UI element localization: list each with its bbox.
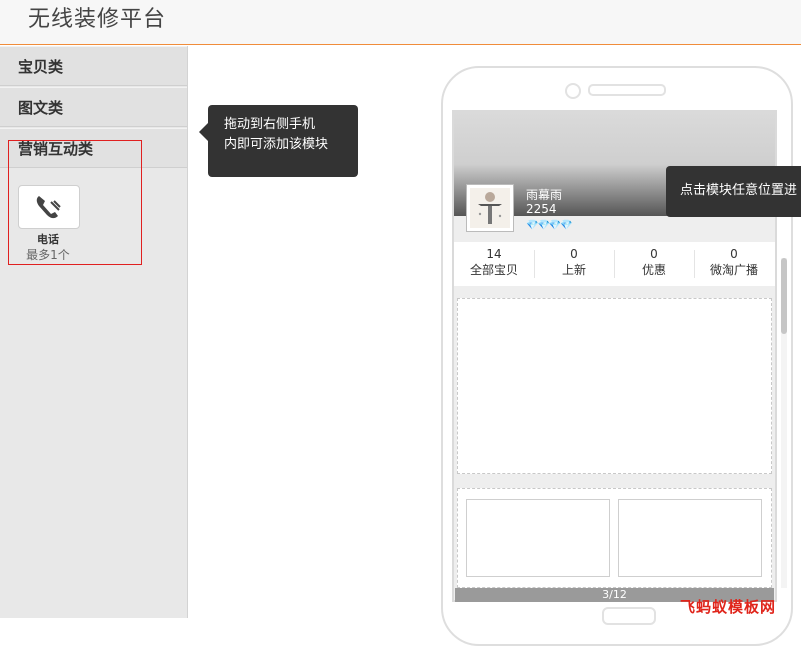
category-tuwen[interactable]: 图文类 xyxy=(0,87,187,127)
shop-name: 雨幕雨 xyxy=(526,188,563,202)
phone-camera xyxy=(565,83,581,99)
stat-discount[interactable]: 0 优惠 xyxy=(614,246,694,278)
shop-rating-diamonds: 💎💎💎💎 xyxy=(526,220,573,231)
stat-broadcast[interactable]: 0 微淘广播 xyxy=(694,246,774,278)
phone-module-tile[interactable] xyxy=(18,185,80,229)
shop-stats: 14 全部宝贝 0 上新 0 优惠 0 微淘广播 xyxy=(454,242,775,286)
category-baobei[interactable]: 宝贝类 xyxy=(0,46,187,86)
app-header: 无线装修平台 xyxy=(0,0,801,45)
module-sidebar: 宝贝类 图文类 营销互动类 xyxy=(0,46,188,618)
watermark: 飞蚂蚁模板网 xyxy=(680,598,777,616)
drag-tooltip: 拖动到右侧手机 内即可添加该模块 xyxy=(199,105,358,177)
column-right[interactable] xyxy=(618,499,762,577)
app-title: 无线装修平台 xyxy=(28,7,167,32)
phone-icon xyxy=(36,196,61,219)
stat-new[interactable]: 0 上新 xyxy=(534,246,614,278)
shop-number: 2254 xyxy=(526,202,557,216)
module-drop-slot[interactable] xyxy=(457,298,772,474)
drag-tooltip-line2: 内即可添加该模块 xyxy=(224,137,329,152)
module-name: 电话 xyxy=(37,233,59,246)
module-drop-slot-two-column[interactable] xyxy=(457,488,772,588)
drag-tooltip-line1: 拖动到右侧手机 xyxy=(224,117,316,132)
module-limit: 最多1个 xyxy=(26,248,70,262)
click-tooltip: 点击模块任意位置进 xyxy=(666,166,801,217)
stat-all-items[interactable]: 14 全部宝贝 xyxy=(454,246,534,278)
shop-avatar xyxy=(466,184,514,232)
phone-home-button xyxy=(602,607,656,625)
phone-speaker xyxy=(588,84,666,96)
phone-scroll-thumb[interactable] xyxy=(781,258,787,334)
column-left[interactable] xyxy=(466,499,610,577)
